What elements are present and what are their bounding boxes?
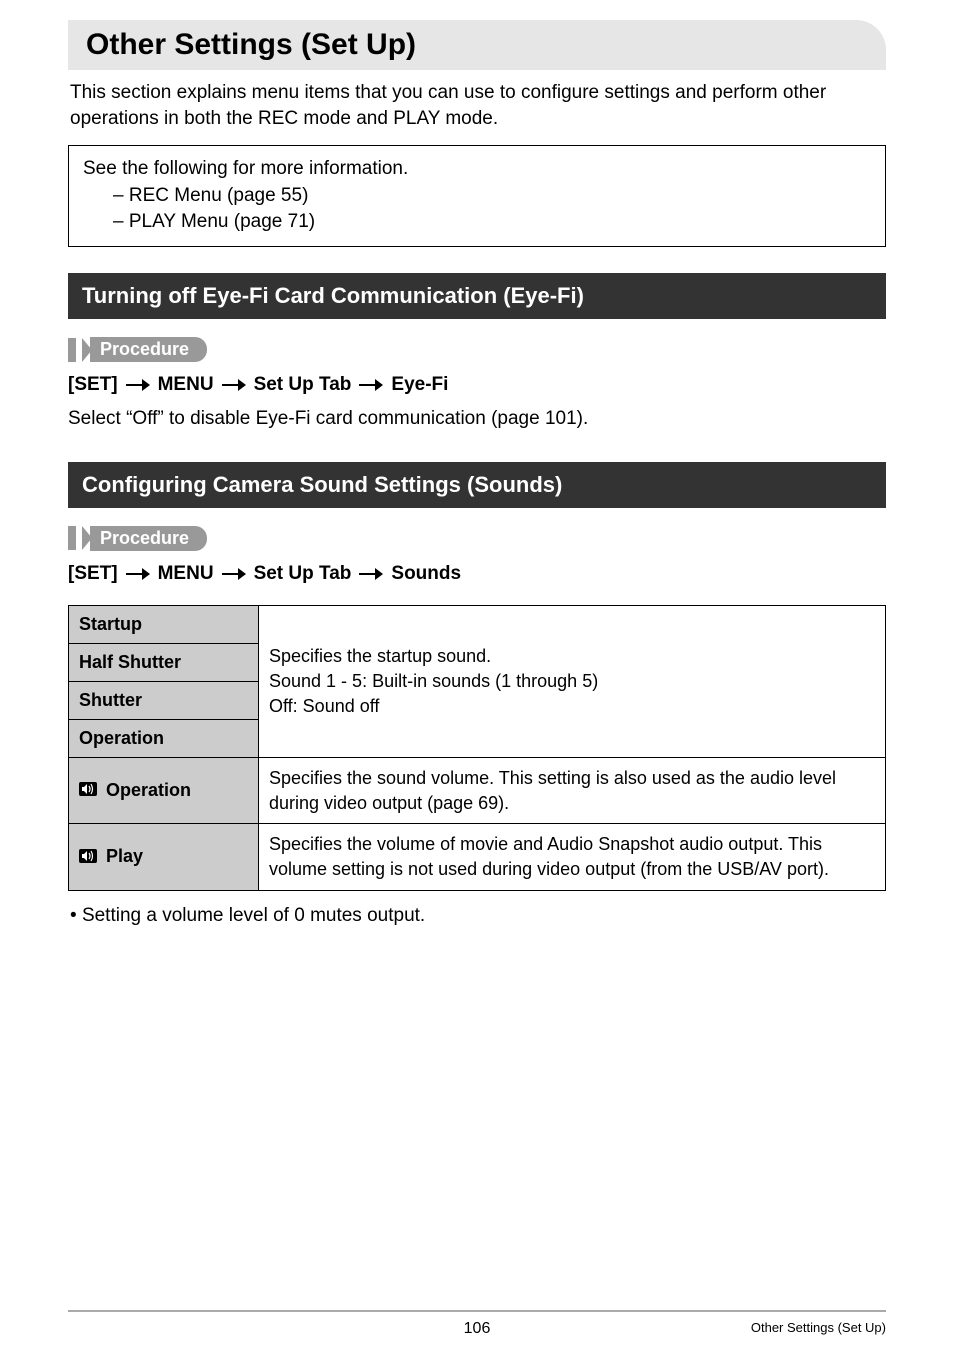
page-footer: 106 Other Settings (Set Up) — [68, 1310, 886, 1335]
procedure-pill: Procedure — [90, 337, 207, 362]
speaker-icon — [79, 847, 97, 868]
row-label-startup: Startup — [69, 605, 259, 643]
chevron-right-icon — [82, 526, 92, 550]
breadcrumb-item: Set Up Tab — [254, 563, 352, 585]
page-number: 106 — [464, 1320, 491, 1338]
page-title-tab: Other Settings (Set Up) — [68, 20, 886, 70]
breadcrumb-eyefi: [SET] MENU Set Up Tab Eye-Fi — [68, 374, 886, 396]
info-box-item: PLAY Menu (page 71) — [113, 209, 871, 236]
chevron-right-icon — [82, 338, 92, 362]
info-box: See the following for more information. … — [68, 145, 886, 247]
info-box-item: REC Menu (page 55) — [113, 183, 871, 210]
breadcrumb-item: [SET] — [68, 563, 118, 585]
row-label-text: Operation — [106, 780, 191, 800]
footer-divider — [68, 1310, 886, 1312]
row-label-vol-operation: Operation — [69, 757, 259, 824]
table-row: Startup Specifies the startup sound. Sou… — [69, 605, 886, 643]
desc-line: Sound 1 - 5: Built-in sounds (1 through … — [269, 669, 875, 694]
breadcrumb-item: MENU — [158, 563, 214, 585]
page-title: Other Settings (Set Up) — [86, 28, 886, 62]
row-label-half-shutter: Half Shutter — [69, 643, 259, 681]
breadcrumb-item: Eye-Fi — [391, 374, 448, 396]
note-bullet: Setting a volume level of 0 mutes output… — [68, 905, 886, 927]
table-row: Operation Specifies the sound volume. Th… — [69, 757, 886, 824]
breadcrumb-item: MENU — [158, 374, 214, 396]
cell-vol-play: Specifies the volume of movie and Audio … — [259, 824, 886, 891]
desc-line: Specifies the startup sound. — [269, 644, 875, 669]
procedure-label-wrap: Procedure — [68, 337, 886, 362]
breadcrumb-item: [SET] — [68, 374, 118, 396]
row-label-vol-play: Play — [69, 824, 259, 891]
arrow-right-icon — [359, 568, 383, 580]
arrow-right-icon — [222, 379, 246, 391]
procedure-bar-icon — [68, 526, 76, 550]
footer-section-label: Other Settings (Set Up) — [751, 1320, 886, 1335]
arrow-right-icon — [126, 379, 150, 391]
row-label-text: Play — [106, 846, 143, 866]
intro-paragraph: This section explains menu items that yo… — [68, 80, 886, 131]
cell-sound-spec: Specifies the startup sound. Sound 1 - 5… — [259, 605, 886, 757]
arrow-right-icon — [359, 379, 383, 391]
procedure-label-wrap: Procedure — [68, 526, 886, 551]
info-box-lead: See the following for more information. — [83, 156, 871, 183]
cell-vol-operation: Specifies the sound volume. This setting… — [259, 757, 886, 824]
speaker-icon — [79, 780, 97, 801]
table-row: Play Specifies the volume of movie and A… — [69, 824, 886, 891]
sounds-table: Startup Specifies the startup sound. Sou… — [68, 605, 886, 891]
breadcrumb-sounds: [SET] MENU Set Up Tab Sounds — [68, 563, 886, 585]
section-heading-eyefi: Turning off Eye-Fi Card Communication (E… — [68, 273, 886, 319]
row-label-operation: Operation — [69, 719, 259, 757]
arrow-right-icon — [222, 568, 246, 580]
arrow-right-icon — [126, 568, 150, 580]
breadcrumb-item: Set Up Tab — [254, 374, 352, 396]
desc-line: Off: Sound off — [269, 694, 875, 719]
procedure-pill: Procedure — [90, 526, 207, 551]
breadcrumb-item: Sounds — [391, 563, 461, 585]
section-body-eyefi: Select “Off” to disable Eye-Fi card comm… — [68, 406, 886, 432]
section-heading-sounds: Configuring Camera Sound Settings (Sound… — [68, 462, 886, 508]
row-label-shutter: Shutter — [69, 681, 259, 719]
procedure-bar-icon — [68, 338, 76, 362]
